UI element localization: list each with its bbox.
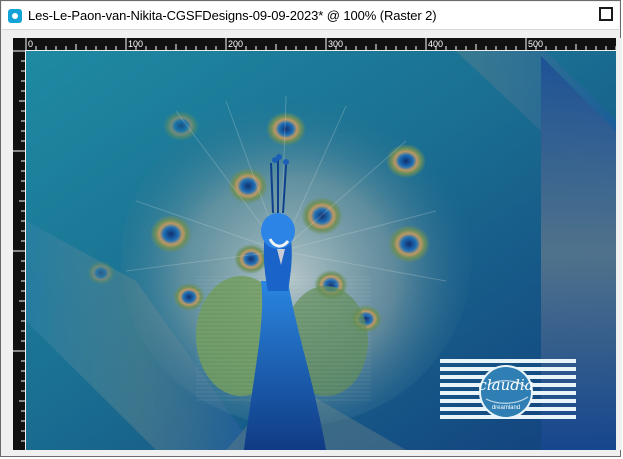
window-frame-right <box>616 38 622 450</box>
watermark-text: claudia <box>478 376 533 394</box>
image-icon <box>8 8 22 23</box>
vertical-ruler-ticks <box>13 50 25 442</box>
window-titlebar[interactable]: Les-Le-Paon-van-Nikita-CGSFDesigns-09-09… <box>2 2 619 30</box>
watermark-logo: claudia dreamland <box>440 359 576 422</box>
ruler-corner <box>13 38 25 50</box>
maximize-icon[interactable] <box>599 7 613 21</box>
watermark-graphic: claudia dreamland <box>440 359 576 419</box>
image-window: Les-Le-Paon-van-Nikita-CGSFDesigns-09-09… <box>0 0 622 457</box>
ruler-label-0: 0 <box>28 39 33 49</box>
peacock-head <box>261 213 295 249</box>
image-canvas[interactable]: claudia dreamland <box>26 51 616 450</box>
watermark-subtext: dreamland <box>492 405 520 411</box>
vertical-ruler[interactable] <box>13 50 25 450</box>
window-title: Les-Le-Paon-van-Nikita-CGSFDesigns-09-09… <box>28 8 437 23</box>
horizontal-ruler[interactable]: 0 100 200 300 400 500 <box>13 38 616 50</box>
horizontal-ruler-ticks: 0 100 200 300 400 500 <box>25 38 616 50</box>
window-frame-bottom <box>13 450 616 456</box>
